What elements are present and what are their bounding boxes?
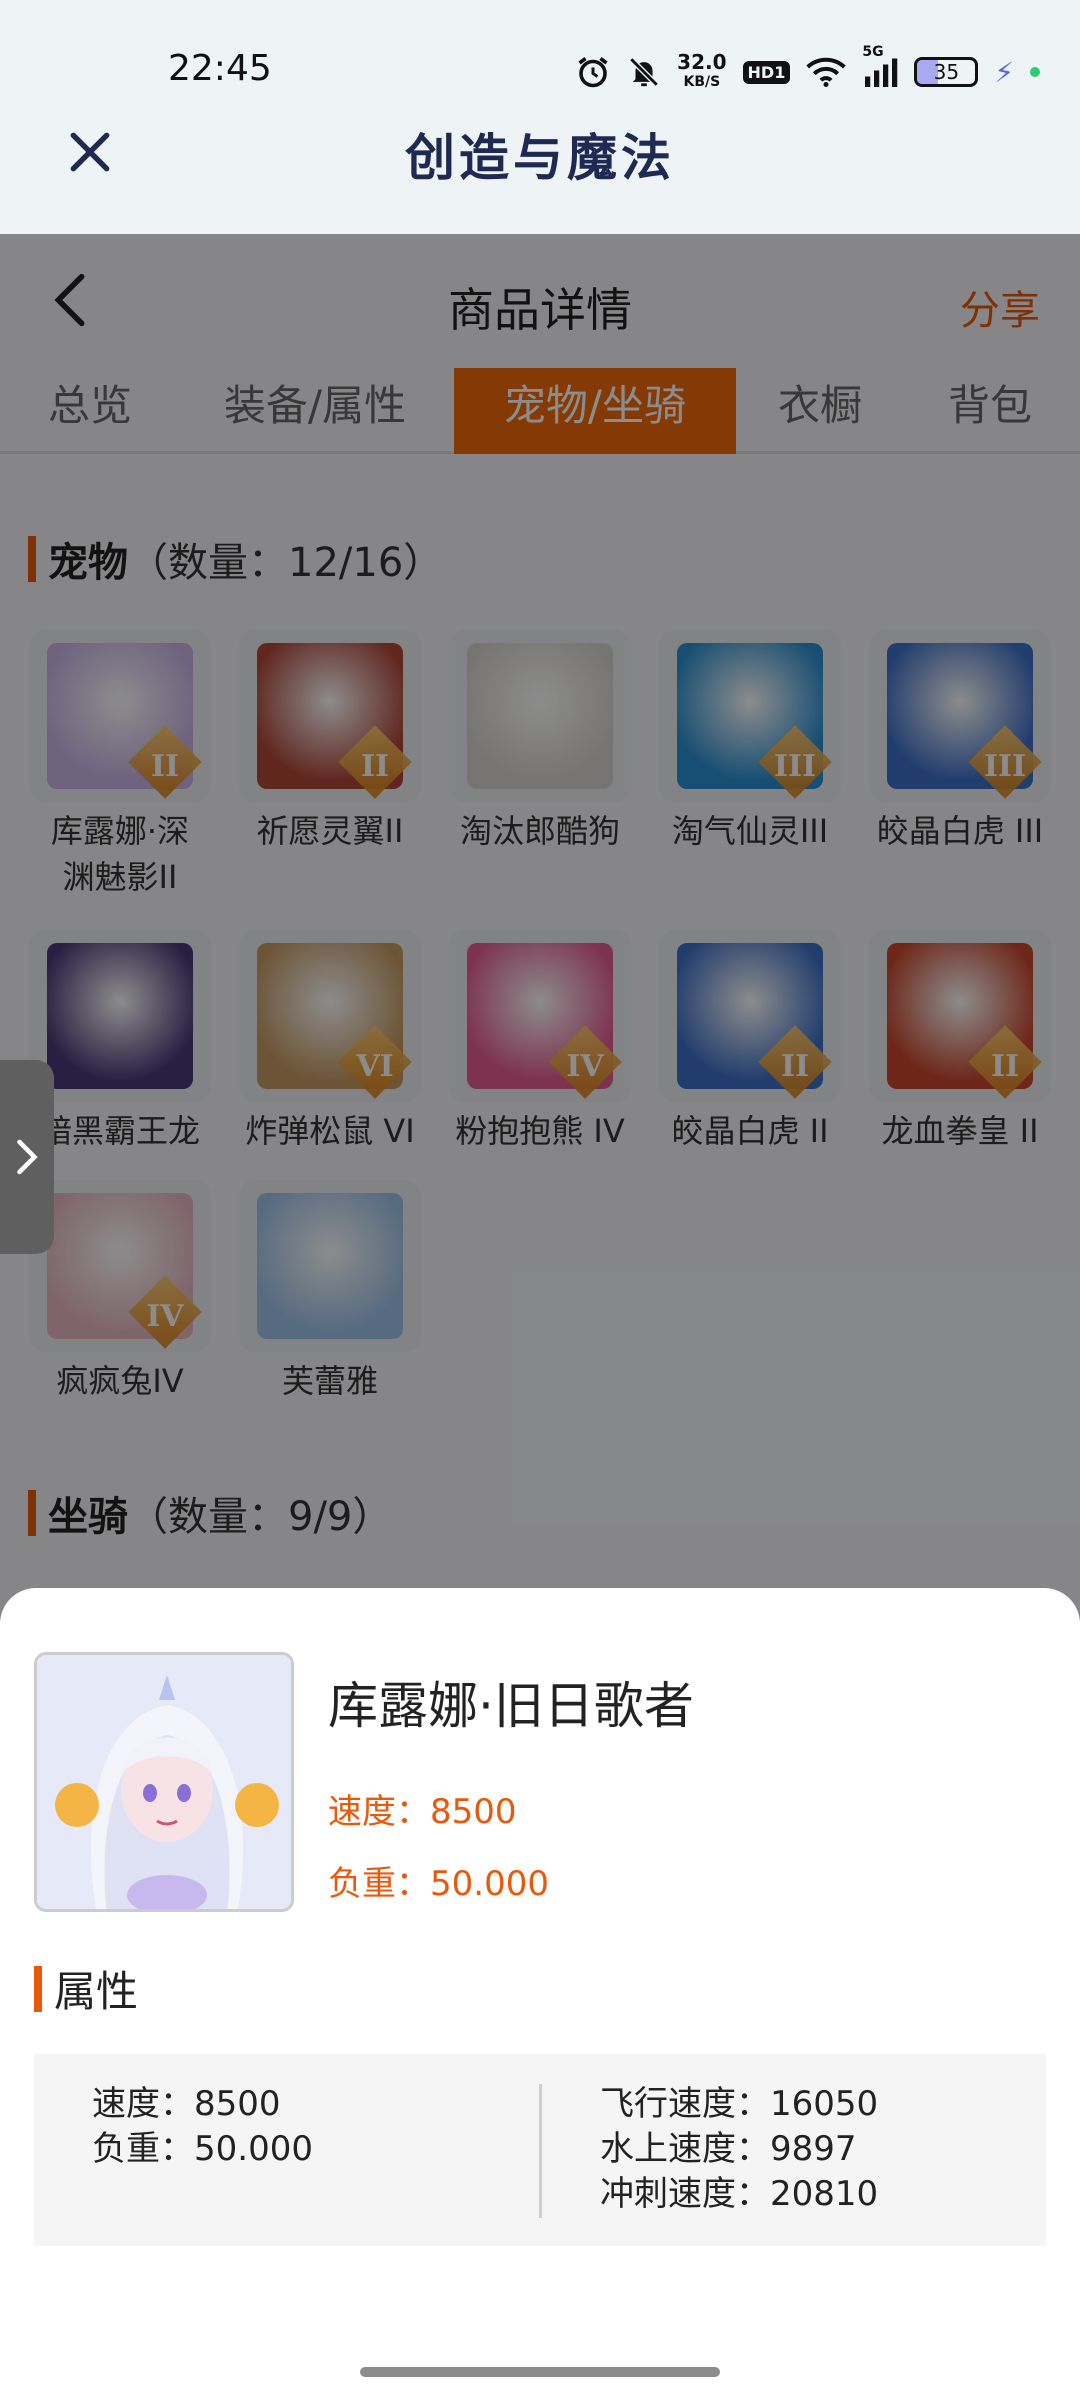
attr-sprint-speed: 冲刺速度：20810 [600, 2174, 879, 2214]
net-speed: 32.0 KB/S [677, 52, 726, 92]
attributes-title-text: 属性 [54, 1967, 139, 2016]
dim-overlay[interactable] [0, 234, 1080, 1634]
pet-portrait-art [37, 1655, 291, 1909]
pet-portrait [34, 1652, 294, 1912]
signal-icon: 5G [862, 44, 898, 88]
status-time: 22:45 [168, 48, 272, 89]
charging-icon: ⚡ [994, 55, 1014, 89]
net-speed-value: 32.0 [677, 50, 727, 74]
attributes-box: 速度：8500 负重：50.000 飞行速度：16050 水上速度：9897 冲… [34, 2054, 1046, 2246]
battery-level: 35 [933, 60, 960, 84]
attributes-left: 速度：8500 负重：50.000 [92, 2082, 313, 2172]
pet-detail-sheet: 库露娜·旧日歌者 速度：8500 负重：50.000 属性 速度：8500 负重… [0, 1588, 1080, 2400]
home-indicator[interactable] [360, 2367, 720, 2377]
attr-flight-speed: 飞行速度：16050 [600, 2084, 879, 2124]
status-icons: 32.0 KB/S HD1 5G 35 ⚡ [575, 44, 1040, 96]
side-drawer-handle[interactable] [0, 1060, 54, 1254]
alarm-icon [575, 54, 611, 90]
attr-water-speed: 水上速度：9897 [600, 2129, 857, 2169]
pet-load: 负重：50.000 [328, 1864, 549, 1904]
attributes-divider [539, 2084, 542, 2218]
attr-load: 负重：50.000 [92, 2129, 313, 2169]
section-accent-bar [34, 1965, 42, 2012]
attributes-title: 属性 [34, 1958, 138, 2019]
app-header: 22:45 32.0 KB/S HD1 5G 35 ⚡ 创造与魔法 [0, 0, 1080, 234]
mute-bell-icon [627, 55, 661, 89]
chevron-right-icon [17, 1139, 38, 1175]
battery-icon: 35 [914, 57, 979, 87]
app-title: 创造与魔法 [405, 128, 675, 187]
pet-name: 库露娜·旧日歌者 [328, 1677, 694, 1735]
network-type: 5G [862, 44, 884, 60]
net-speed-unit: KB/S [683, 74, 721, 90]
attr-speed: 速度：8500 [92, 2084, 281, 2124]
indicator-dot [1030, 67, 1040, 77]
pet-speed: 速度：8500 [328, 1792, 517, 1832]
attributes-right: 飞行速度：16050 水上速度：9897 冲刺速度：20810 [600, 2082, 878, 2217]
wifi-icon [806, 56, 847, 88]
hd-badge: HD1 [742, 60, 791, 84]
